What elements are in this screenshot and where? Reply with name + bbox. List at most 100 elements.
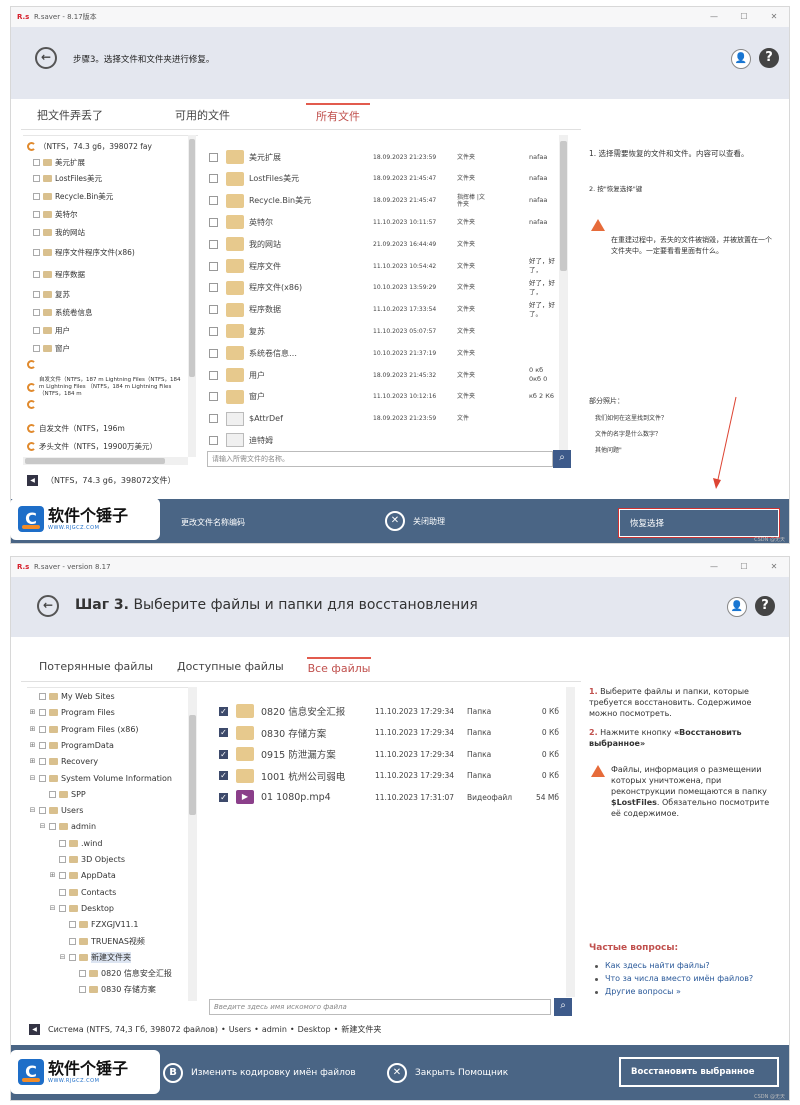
tree-item[interactable]: My Web Sites <box>29 690 115 703</box>
tree-checkbox[interactable] <box>33 211 40 218</box>
tree-checkbox[interactable] <box>39 725 46 733</box>
tree-checkbox[interactable] <box>33 193 40 200</box>
tree-item[interactable]: 美元扩展 <box>33 156 193 169</box>
search-icon[interactable]: ⌕ <box>553 450 571 468</box>
file-checkbox[interactable] <box>209 370 218 380</box>
tree-checkbox[interactable] <box>33 327 40 334</box>
restore-selected-button[interactable]: Восстановить выбранное <box>619 1057 779 1087</box>
tree-item[interactable]: 自发文件（NTFS，187 m Lightning Files（NTFS，184… <box>27 376 187 398</box>
breadcrumb-item[interactable]: Users <box>229 1025 251 1034</box>
help-icon[interactable]: ? <box>759 48 779 68</box>
tree-scrollbar[interactable] <box>188 687 197 1001</box>
file-checkbox[interactable] <box>209 414 218 424</box>
tree-checkbox[interactable] <box>79 986 86 994</box>
expand-toggle-icon[interactable]: ⊞ <box>29 725 36 733</box>
tree-checkbox[interactable] <box>59 872 66 880</box>
tree-checkbox[interactable] <box>49 823 56 831</box>
minimize-icon[interactable]: — <box>699 7 729 27</box>
tree-checkbox[interactable] <box>59 856 66 863</box>
tree-item[interactable] <box>27 358 187 371</box>
breadcrumb-back-icon[interactable]: ◀ <box>29 1024 40 1035</box>
breadcrumb-item[interactable]: Desktop <box>298 1025 331 1034</box>
file-row[interactable]: 程序文件 11.10.2023 10:54:42 文件夹 好了，好了， <box>201 256 561 276</box>
tree-checkbox[interactable] <box>33 271 40 278</box>
tree-item[interactable]: ⊟ 新建文件夹 <box>59 951 131 964</box>
search-input[interactable]: 请输入所需文件的名称。 <box>207 451 553 467</box>
faq-link[interactable]: Как здесь найти файлы? <box>595 961 785 970</box>
tree-item[interactable]: Recycle.Bin美元 <box>33 190 193 203</box>
tree-checkbox[interactable] <box>33 249 40 256</box>
expand-toggle-icon[interactable]: ⊞ <box>49 872 56 879</box>
file-checkbox[interactable] <box>209 174 218 184</box>
tree-item[interactable]: 程序数据 <box>33 268 193 281</box>
tree-checkbox[interactable] <box>39 758 46 766</box>
search-input[interactable]: Введите здесь имя искомого файла <box>209 999 551 1015</box>
file-checkbox[interactable] <box>209 152 218 162</box>
file-checkbox[interactable] <box>209 239 218 249</box>
tree-item[interactable]: TRUENAS视频 <box>59 935 145 948</box>
tree-item[interactable]: 复苏 <box>33 288 193 301</box>
tree-item[interactable]: SPP <box>39 788 86 801</box>
tree-item[interactable]: 窗户 <box>33 342 193 355</box>
close-assistant-button[interactable]: ✕ 关闭助理 <box>385 511 445 531</box>
tree-checkbox[interactable] <box>33 345 40 352</box>
breadcrumb-item[interactable]: Система (NTFS, 74,3 Гб, 398072 файлов) <box>48 1025 218 1034</box>
restore-selected-button[interactable]: 恢复选择 <box>618 508 780 538</box>
tab-all[interactable]: Все файлы <box>307 657 371 677</box>
search-icon[interactable]: ⌕ <box>554 998 572 1016</box>
tree-item[interactable]: .wind <box>49 837 102 850</box>
expand-toggle-icon[interactable]: ⊞ <box>29 709 36 716</box>
file-checkbox[interactable] <box>209 348 218 358</box>
file-checkbox-checked[interactable]: ✓ <box>219 792 228 802</box>
breadcrumb-drive[interactable]: （NTFS，74.3 g6，398072文件） <box>46 475 175 486</box>
user-icon[interactable]: 👤 <box>727 597 747 617</box>
tree-checkbox[interactable] <box>33 159 40 166</box>
file-row[interactable]: 美元扩展 18.09.2023 21:23:59 文件夹 nafaa <box>201 147 561 167</box>
file-row[interactable]: 窗户 11.10.2023 10:12:16 文件夹 кб 2 К6 <box>201 387 561 407</box>
expand-toggle-icon[interactable]: ⊟ <box>29 807 36 814</box>
back-button[interactable]: ← <box>35 47 57 69</box>
file-checkbox[interactable] <box>209 326 218 336</box>
close-icon[interactable]: ✕ <box>759 7 789 27</box>
user-icon[interactable]: 👤 <box>731 49 751 69</box>
tree-item[interactable]: 0820 信息安全汇报 <box>69 967 172 980</box>
tree-checkbox[interactable] <box>59 888 66 896</box>
tree-item[interactable]: FZXGJV11.1 <box>59 918 138 931</box>
file-row[interactable]: 程序文件(x86) 10.10.2023 13:59:29 文件夹 好了，好了， <box>201 278 561 298</box>
file-row[interactable]: 系统卷信息… 10.10.2023 21:37:19 文件夹 <box>201 343 561 363</box>
tree-checkbox[interactable] <box>39 774 46 782</box>
tree-checkbox[interactable] <box>69 953 76 961</box>
faq-link[interactable]: 文件的名字是什么数字？ <box>595 429 775 438</box>
tree-item[interactable]: 我的网站 <box>33 226 193 239</box>
file-checkbox[interactable] <box>209 261 218 271</box>
tree-item[interactable]: ⊟ System Volume Information <box>29 772 172 785</box>
tree-item[interactable]: ⊟ Users <box>29 804 84 817</box>
help-icon[interactable]: ? <box>755 596 775 616</box>
file-checkbox[interactable] <box>209 283 218 293</box>
tree-checkbox[interactable] <box>59 839 66 847</box>
tree-item[interactable]: ⊞ Program Files <box>29 706 115 719</box>
change-encoding-button[interactable]: 更改文件名称编码 <box>181 517 245 528</box>
file-checkbox-checked[interactable]: ✓ <box>219 706 228 716</box>
expand-toggle-icon[interactable]: ⊟ <box>39 823 46 830</box>
faq-link[interactable]: Другие вопросы » <box>595 987 785 996</box>
tree-item[interactable]: 0830 存储方案 <box>69 983 156 996</box>
file-checkbox[interactable] <box>209 196 218 206</box>
maximize-icon[interactable]: ☐ <box>729 557 759 577</box>
file-checkbox[interactable] <box>209 217 218 227</box>
change-encoding-button[interactable]: B Изменить кодировку имён файлов <box>163 1063 356 1083</box>
file-row[interactable]: 迪特姆 <box>201 430 561 447</box>
tree-item[interactable]: ⊞ Recovery <box>29 755 99 768</box>
file-row[interactable]: ✓ 0820 信息安全汇报 11.10.2023 17:29:34 Папка 0 Кб <box>205 701 563 721</box>
tree-checkbox[interactable] <box>69 937 76 945</box>
tree-item[interactable]: ⊟ Desktop <box>49 902 114 915</box>
tree-scrollbar[interactable] <box>188 135 196 457</box>
minimize-icon[interactable]: — <box>699 557 729 577</box>
tree-checkbox[interactable] <box>33 309 40 316</box>
breadcrumb-item[interactable]: 新建文件夹 <box>341 1024 381 1035</box>
tree-item[interactable]: 英特尔 <box>33 208 193 221</box>
file-row[interactable]: ✓ 0915 防泄漏方案 11.10.2023 17:29:34 Папка 0 Кб <box>205 744 563 764</box>
tree-checkbox[interactable] <box>33 229 40 236</box>
tab-available[interactable]: Доступные файлы <box>177 660 284 680</box>
tree-hscrollbar[interactable] <box>23 457 188 465</box>
